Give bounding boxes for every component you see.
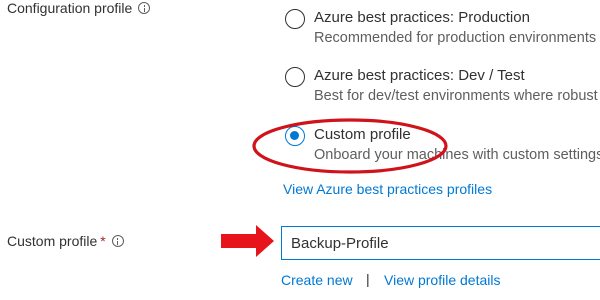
option-production-title: Azure best practices: Production	[314, 9, 530, 26]
create-new-link[interactable]: Create new	[281, 272, 353, 288]
custom-profile-label: Custom profile *	[7, 233, 124, 249]
option-production-description: Recommended for production environments	[314, 30, 597, 46]
option-custom-title: Custom profile	[314, 126, 411, 143]
view-best-practices-link[interactable]: View Azure best practices profiles	[283, 181, 492, 197]
red-arrow	[221, 225, 274, 257]
configuration-profile-label-text: Configuration profile	[7, 0, 133, 16]
option-production[interactable]: Azure best practices: Production Recomme…	[285, 9, 596, 47]
option-devtest[interactable]: Azure best practices: Dev / Test Best fo…	[285, 67, 598, 105]
custom-profile-input[interactable]	[281, 226, 600, 260]
radio-custom[interactable]	[285, 126, 305, 146]
custom-profile-label-text: Custom profile	[7, 233, 98, 249]
configuration-profile-label: Configuration profile	[7, 0, 151, 16]
option-devtest-title: Azure best practices: Dev / Test	[314, 67, 525, 84]
view-profile-details-link[interactable]: View profile details	[384, 272, 500, 288]
required-asterisk: *	[100, 233, 106, 249]
link-separator: |	[366, 271, 370, 287]
info-icon[interactable]	[111, 235, 124, 247]
info-icon[interactable]	[138, 2, 151, 14]
option-custom[interactable]: Custom profile Onboard your machines wit…	[285, 126, 600, 164]
radio-production[interactable]	[285, 9, 305, 29]
option-devtest-description: Best for dev/test environments where rob…	[314, 88, 598, 104]
radio-devtest[interactable]	[285, 67, 305, 87]
option-custom-description: Onboard your machines with custom settin…	[314, 147, 600, 163]
